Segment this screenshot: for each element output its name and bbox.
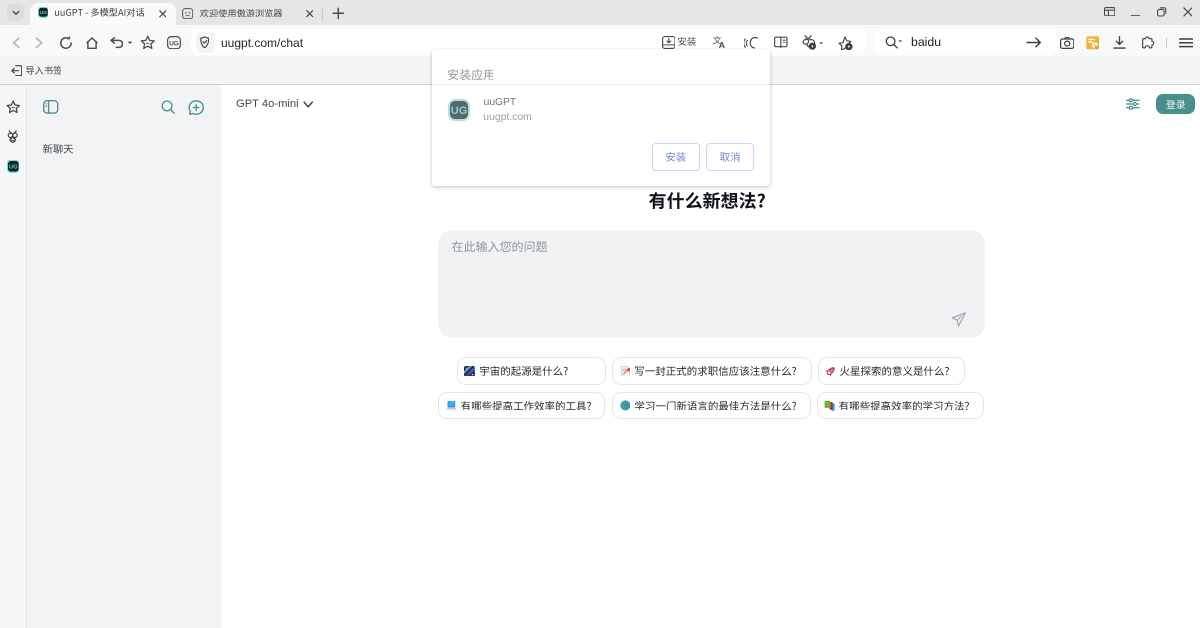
svg-text:UG: UG — [8, 165, 17, 171]
svg-text:UG: UG — [451, 105, 468, 117]
svg-text:UG: UG — [39, 10, 47, 16]
svg-text:UG: UG — [169, 40, 179, 47]
